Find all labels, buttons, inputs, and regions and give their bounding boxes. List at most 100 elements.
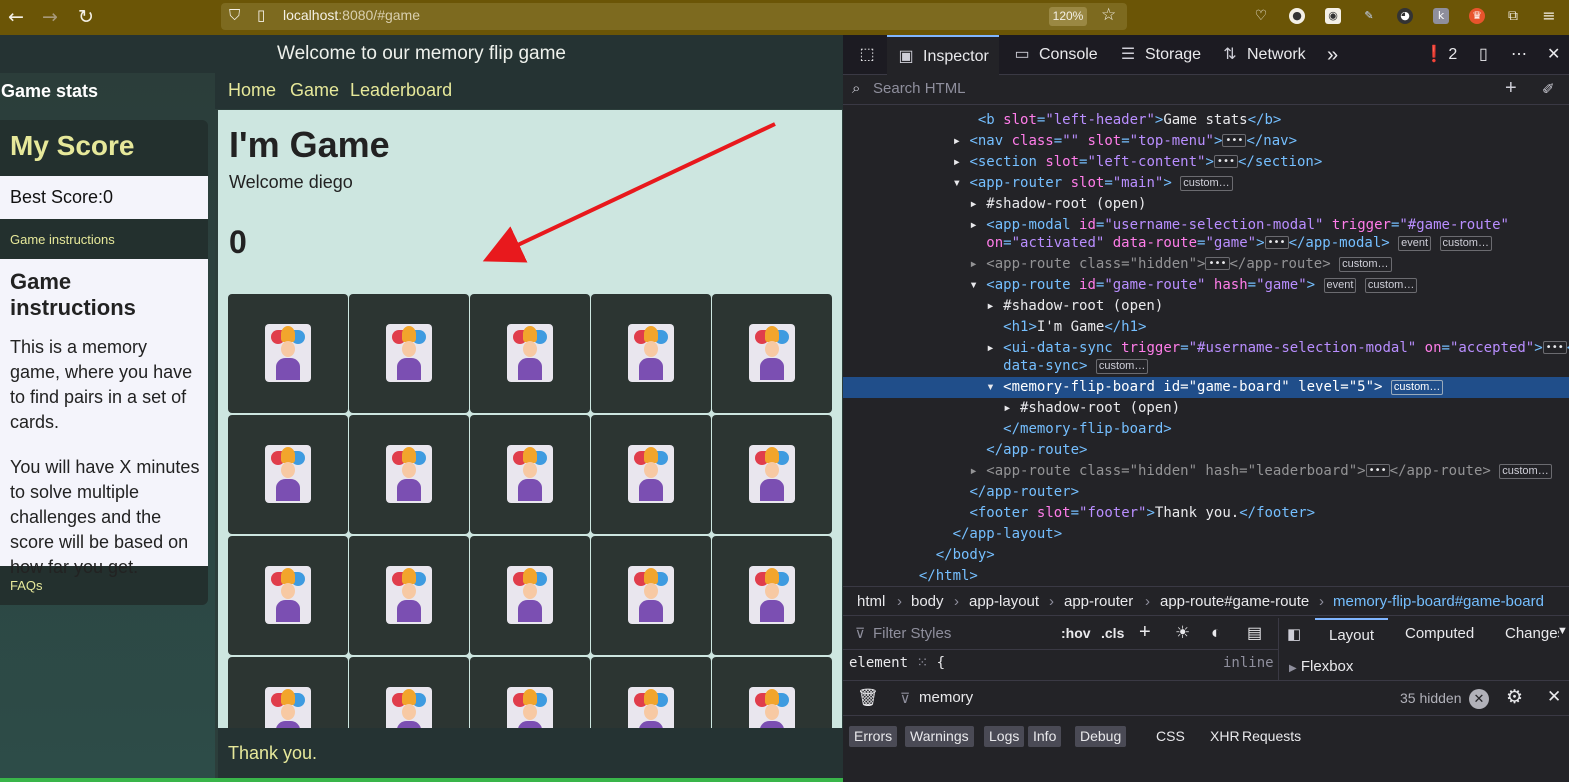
filter-styles-input[interactable]: Filter Styles	[873, 625, 951, 642]
dock-icon[interactable]: ▯	[1479, 35, 1488, 75]
print-media-icon[interactable]: ▤	[1247, 623, 1262, 643]
tab-console-label: Console	[1039, 46, 1098, 63]
search-icon: ⌕	[852, 80, 861, 97]
chevron-down-icon[interactable]: ▼	[1557, 625, 1568, 637]
chevron-right-icon: ›	[1049, 593, 1054, 610]
layout-pane: ◧ Layout Computed Changes ▼ ▶ Flexbox	[1278, 618, 1569, 680]
tree-row-layout-close: </app-layout>	[952, 526, 1063, 542]
tab-layout[interactable]: Layout	[1315, 618, 1389, 650]
element-rule-selector: element	[849, 655, 909, 671]
console-icon: ▭	[1014, 46, 1030, 63]
inspector-icon: ▣	[898, 48, 914, 65]
flexbox-section[interactable]: ▶ Flexbox	[1289, 658, 1353, 675]
tree-row-section[interactable]: ▸ <section slot="left-content"> ••• </sect…	[843, 152, 1569, 173]
tree-row-shadow-root-2[interactable]: ▸ #shadow-root (open)	[843, 296, 1569, 317]
tree-row-memory-flip-board[interactable]: ▾ <memory-flip-board id="game-board" lev…	[843, 377, 1569, 398]
filter-css[interactable]: CSS	[1151, 726, 1190, 747]
breadcrumb-body[interactable]: body	[911, 587, 944, 617]
tree-row-nav[interactable]: ▸ <nav class="" slot="top-menu"> ••• </nav…	[843, 131, 1569, 152]
clear-filter-icon[interactable]: ✕	[1469, 689, 1489, 709]
tree-row-footer[interactable]: <footer slot="footer">Thank you.</footer…	[843, 503, 1569, 524]
network-icon: ⇅	[1223, 46, 1237, 63]
error-count: 2	[1448, 46, 1458, 63]
breadcrumb-app-route[interactable]: app-route#game-route	[1160, 587, 1309, 617]
rules-panel: ⊽ Filter Styles :hov .cls + ☀ ◐ ▤ elemen…	[843, 618, 1569, 680]
hidden-count: 35 hidden	[1400, 690, 1462, 706]
tab-inspector[interactable]: ▣ Inspector	[887, 35, 999, 75]
tab-storage[interactable]: ☰ Storage	[1119, 35, 1201, 75]
tree-row-game-route[interactable]: ▾ <app-route id="game-route" hash="game"…	[843, 275, 1569, 296]
tree-row-router-close: </app-router>	[969, 484, 1080, 500]
storage-icon: ☰	[1120, 46, 1136, 63]
overflow-menu-icon[interactable]: ⋯	[1511, 35, 1527, 75]
dark-mode-icon[interactable]: ◐	[1211, 623, 1221, 643]
tab-network[interactable]: ⇅ Network	[1221, 35, 1306, 75]
tree-row-body-close: </body>	[935, 547, 995, 563]
tab-changes[interactable]: Changes	[1505, 625, 1559, 642]
filter-debug[interactable]: Debug	[1075, 726, 1127, 747]
console-filter-bar: Errors Warnings Logs Info Debug CSS XHR …	[843, 716, 1569, 752]
breadcrumb-memory-flip-board[interactable]: memory-flip-board#game-board	[1333, 587, 1544, 617]
add-node-icon[interactable]: +	[1505, 77, 1517, 100]
tree-row-app-router[interactable]: ▾ <app-router slot="main"> custom…	[843, 173, 1569, 194]
devtools-tabs: ⬚ ▣ Inspector ▭ Console ☰ Storage ⇅ Network …	[843, 35, 1569, 75]
cls-toggle[interactable]: .cls	[1101, 625, 1124, 641]
filter-icon: ⊽	[900, 690, 911, 706]
breadcrumb-app-layout[interactable]: app-layout	[969, 587, 1039, 617]
filter-requests[interactable]: Requests	[1237, 726, 1306, 747]
tree-row-app-route-hidden[interactable]: ▸ <app-route class="hidden"> ••• </app-rou…	[843, 254, 1569, 275]
breadcrumb-app-router[interactable]: app-router	[1064, 587, 1133, 617]
error-icon: ❗	[1424, 46, 1444, 63]
tree-row-html-close: </html>	[918, 568, 978, 584]
console-toolbar: 🗑 ⊽ memory 35 hidden ✕ ⚙ ✕	[843, 680, 1569, 716]
tree-row-shadow-root[interactable]: ▸ #shadow-root (open)	[843, 194, 1569, 215]
gear-icon[interactable]: ⚙	[1506, 686, 1523, 709]
tree-row-leaderboard-route[interactable]: ▸ <app-route class="hidden" hash="leader…	[843, 461, 1569, 482]
chevron-right-icon: ›	[1145, 593, 1150, 610]
tree-row-shadow-root-3[interactable]: ▸ #shadow-root (open)	[843, 398, 1569, 419]
trash-icon[interactable]: 🗑	[857, 688, 879, 708]
filter-info[interactable]: Info	[1028, 726, 1062, 747]
flexbox-label: Flexbox	[1300, 658, 1354, 675]
chevron-right-icon: ›	[1319, 593, 1324, 610]
search-html-bar[interactable]: ⌕ Search HTML + ✐	[843, 75, 1569, 105]
hov-toggle[interactable]: :hov	[1061, 625, 1091, 641]
breadcrumb: html › body › app-layout › app-router › …	[843, 586, 1569, 616]
tab-network-label: Network	[1247, 46, 1306, 63]
chevron-right-icon: ▶	[1289, 663, 1297, 674]
search-html-input[interactable]: Search HTML	[873, 80, 966, 97]
close-console-icon[interactable]: ✕	[1547, 687, 1561, 707]
chevron-right-icon: ›	[897, 593, 902, 610]
filter-errors[interactable]: Errors	[849, 726, 898, 747]
breadcrumb-html[interactable]: html	[857, 587, 885, 617]
filter-warnings[interactable]: Warnings	[905, 726, 974, 747]
element-rule[interactable]: element ⁙ {	[849, 655, 945, 671]
console-filter-input[interactable]: memory	[919, 689, 973, 706]
error-badge[interactable]: ❗ 2	[1424, 35, 1457, 75]
arrow-to-board	[482, 122, 776, 263]
element-picker-icon[interactable]: ⬚	[853, 35, 881, 75]
tree-row-memory-close: </memory-flip-board>	[1003, 421, 1172, 437]
inline-label: inline	[1223, 655, 1274, 671]
filter-icon: ⊽	[855, 625, 866, 641]
html-tree: <b slot="left-header">Game stats</b> ▸ <…	[843, 106, 1569, 586]
tab-storage-label: Storage	[1145, 46, 1202, 63]
more-tabs-icon[interactable]: »	[1327, 35, 1338, 75]
tab-inspector-label: Inspector	[923, 48, 989, 65]
tree-row-h1[interactable]: <h1>I'm Game</h1>	[843, 317, 1569, 338]
tree-row-route-close: </app-route>	[986, 442, 1088, 458]
filter-styles-bar: ⊽ Filter Styles :hov .cls + ☀ ◐ ▤	[843, 618, 1278, 650]
grid-icon: ⁙	[916, 655, 929, 671]
tab-console[interactable]: ▭ Console	[1013, 35, 1098, 75]
close-devtools-icon[interactable]: ✕	[1547, 35, 1560, 75]
sidebar-toggle-icon[interactable]: ◧	[1287, 625, 1301, 643]
tree-row-b[interactable]: <b slot="left-header">Game stats</b>	[843, 110, 1569, 131]
tab-computed[interactable]: Computed	[1405, 625, 1474, 642]
filter-logs[interactable]: Logs	[984, 726, 1025, 747]
add-rule-icon[interactable]: +	[1139, 621, 1151, 644]
eyedropper-icon[interactable]: ✐	[1542, 80, 1555, 98]
tree-row-ui-data-sync-cont: data-sync> custom…	[843, 356, 1569, 377]
devtools-panel: ⬚ ▣ Inspector ▭ Console ☰ Storage ⇅ Network …	[843, 35, 1569, 782]
light-mode-icon[interactable]: ☀	[1175, 623, 1190, 643]
chevron-right-icon: ›	[954, 593, 959, 610]
